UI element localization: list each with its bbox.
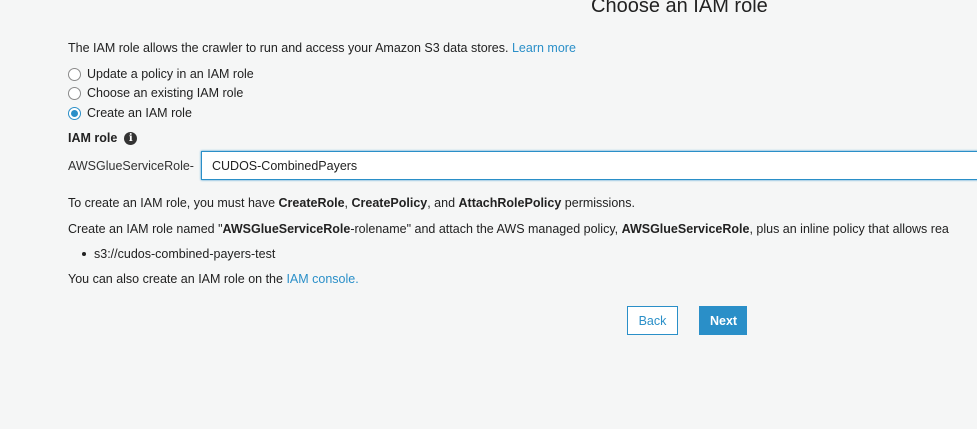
back-button[interactable]: Back [627, 306, 678, 335]
console-note: You can also create an IAM role on the I… [68, 272, 359, 286]
permissions-note: To create an IAM role, you must have Cre… [68, 196, 635, 210]
learn-more-link[interactable]: Learn more [512, 41, 576, 55]
iam-role-label: IAM role i [68, 131, 138, 145]
list-item: s3://cudos-combined-payers-test [68, 247, 275, 261]
radio-label: Create an IAM role [87, 106, 192, 120]
role-name-input[interactable] [201, 151, 977, 180]
intro-text: The IAM role allows the crawler to run a… [68, 41, 576, 55]
page: Choose an IAM role The IAM role allows t… [0, 0, 977, 429]
radio-circle[interactable] [68, 86, 81, 100]
iam-role-label-text: IAM role [68, 131, 118, 145]
radio-label: Choose an existing IAM role [87, 86, 244, 100]
iam-console-link[interactable]: IAM console. [286, 272, 358, 286]
radio-circle[interactable] [68, 67, 81, 81]
radio-choose-existing[interactable]: Choose an existing IAM role [68, 86, 243, 100]
info-icon[interactable]: i [124, 131, 138, 145]
radio-circle-selected[interactable] [68, 106, 81, 120]
bullet-icon [82, 252, 86, 256]
role-prefix: AWSGlueServiceRole- [68, 159, 194, 173]
radio-label: Update a policy in an IAM role [87, 67, 254, 81]
radio-update-policy[interactable]: Update a policy in an IAM role [68, 67, 254, 81]
intro-description: The IAM role allows the crawler to run a… [68, 41, 509, 55]
s3-path: s3://cudos-combined-payers-test [94, 247, 276, 261]
page-title: Choose an IAM role [591, 0, 768, 17]
create-role-description: Create an IAM role named "AWSGlueService… [68, 222, 949, 236]
radio-create-role[interactable]: Create an IAM role [68, 106, 192, 120]
next-button[interactable]: Next [699, 306, 747, 335]
